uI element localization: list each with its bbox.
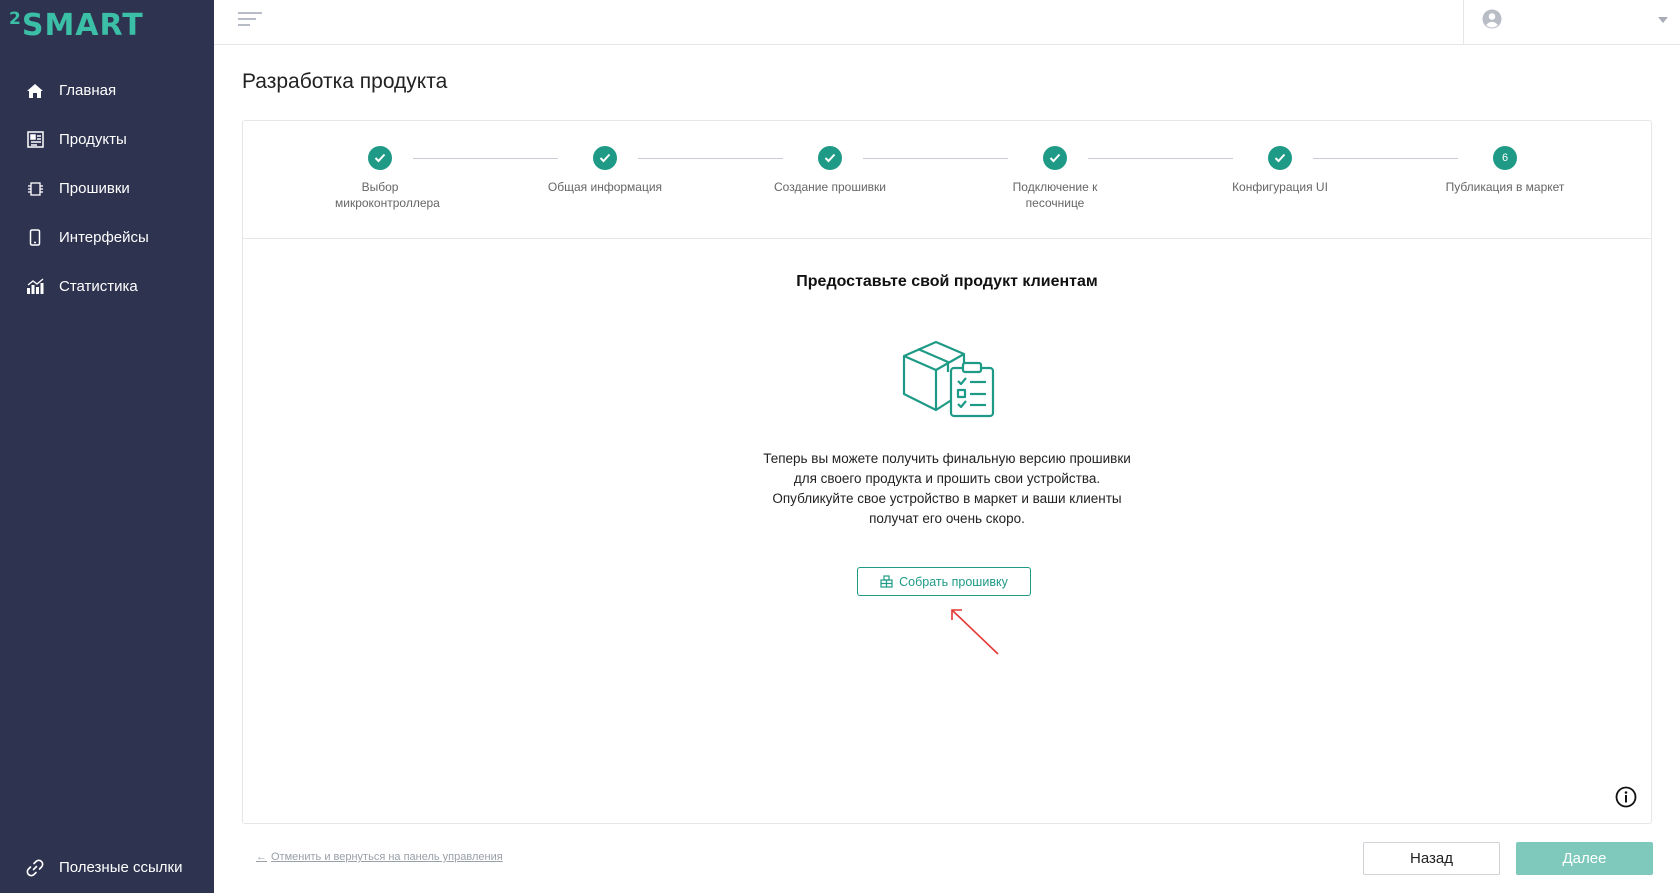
check-icon	[818, 146, 842, 170]
phone-icon	[26, 229, 44, 247]
sidebar-item-useful-links[interactable]: Полезные ссылки	[0, 843, 214, 892]
sidebar-item-label: Статистика	[59, 278, 138, 295]
step-6[interactable]: 6 Публикация в маркет	[1430, 146, 1580, 195]
step-label: Выбор микроконтроллера	[335, 180, 440, 210]
check-icon	[1268, 146, 1292, 170]
step-label: Подключение к песочнице	[1012, 180, 1098, 210]
menu-icon[interactable]	[238, 12, 262, 32]
firmware-icon	[26, 180, 44, 198]
check-icon	[593, 146, 617, 170]
check-icon	[368, 146, 392, 170]
step-3[interactable]: Создание прошивки	[755, 146, 905, 195]
cancel-link-label: Отменить и вернуться на панель управлени…	[271, 851, 503, 863]
stepper: Выбор микроконтроллера Общая информация …	[243, 121, 1651, 239]
step-number: 6	[1493, 146, 1517, 170]
next-button[interactable]: Далее	[1516, 842, 1653, 875]
logo[interactable]: 2 SMART	[9, 8, 144, 44]
check-icon	[1043, 146, 1067, 170]
build-button-label: Собрать прошивку	[899, 574, 1008, 589]
sidebar-item-label: Продукты	[59, 131, 127, 148]
annotation-arrow-icon	[948, 606, 1002, 663]
step-label: Конфигурация UI	[1232, 180, 1328, 194]
description-line: для своего продукта и прошить свои устро…	[793, 471, 1101, 486]
back-button[interactable]: Назад	[1363, 842, 1500, 875]
content-title: Предоставьте свой продукт клиентам	[796, 273, 1098, 290]
step-2[interactable]: Общая информация	[530, 146, 680, 195]
sidebar-item-label: Интерфейсы	[59, 229, 149, 246]
sidebar-item-label: Прошивки	[59, 180, 130, 197]
page-title: Разработка продукта	[242, 70, 448, 93]
step-label: Общая информация	[547, 180, 663, 194]
top-bar	[214, 0, 1680, 45]
box-checklist-icon	[902, 334, 998, 420]
user-icon	[1482, 9, 1502, 34]
step-label: Создание прошивки	[774, 180, 886, 194]
chevron-down-icon	[1658, 17, 1668, 23]
content-description: Теперь вы можете получить финальную верс…	[697, 449, 1197, 529]
build-icon	[880, 575, 893, 588]
description-line: Теперь вы можете получить финальную верс…	[763, 451, 1131, 466]
user-menu[interactable]	[1463, 0, 1680, 45]
sidebar-nav: Главная Продукты Прошивки Интерфейсы Ста…	[0, 66, 214, 311]
link-icon	[26, 859, 44, 877]
logo-text: SMART	[21, 8, 144, 43]
build-firmware-button[interactable]: Собрать прошивку	[857, 567, 1031, 596]
info-icon[interactable]	[1615, 786, 1637, 808]
step-1[interactable]: Выбор микроконтроллера	[305, 146, 455, 211]
sidebar-item-statistics[interactable]: Статистика	[0, 262, 214, 311]
cancel-link[interactable]: ← Отменить и вернуться на панель управлен…	[256, 851, 503, 863]
arrow-left-icon: ←	[256, 851, 267, 863]
logo-superscript: 2	[9, 9, 21, 29]
sidebar: 2 SMART Главная Продукты Прошивки Интерф…	[0, 0, 214, 893]
step-5[interactable]: Конфигурация UI	[1205, 146, 1355, 195]
sidebar-item-label: Полезные ссылки	[59, 859, 183, 876]
products-icon	[26, 131, 44, 149]
sidebar-item-firmware[interactable]: Прошивки	[0, 164, 214, 213]
sidebar-item-products[interactable]: Продукты	[0, 115, 214, 164]
statistics-icon	[26, 278, 44, 296]
wizard-card: Выбор микроконтроллера Общая информация …	[242, 120, 1652, 824]
sidebar-item-label: Главная	[59, 82, 117, 99]
step-4[interactable]: Подключение к песочнице	[980, 146, 1130, 211]
sidebar-item-interfaces[interactable]: Интерфейсы	[0, 213, 214, 262]
sidebar-item-home[interactable]: Главная	[0, 66, 214, 115]
home-icon	[26, 82, 44, 100]
description-line: Опубликуйте свое устройство в маркет и в…	[772, 491, 1122, 506]
description-line: получат его очень скоро.	[869, 511, 1025, 526]
step-label: Публикация в маркет	[1445, 180, 1565, 194]
